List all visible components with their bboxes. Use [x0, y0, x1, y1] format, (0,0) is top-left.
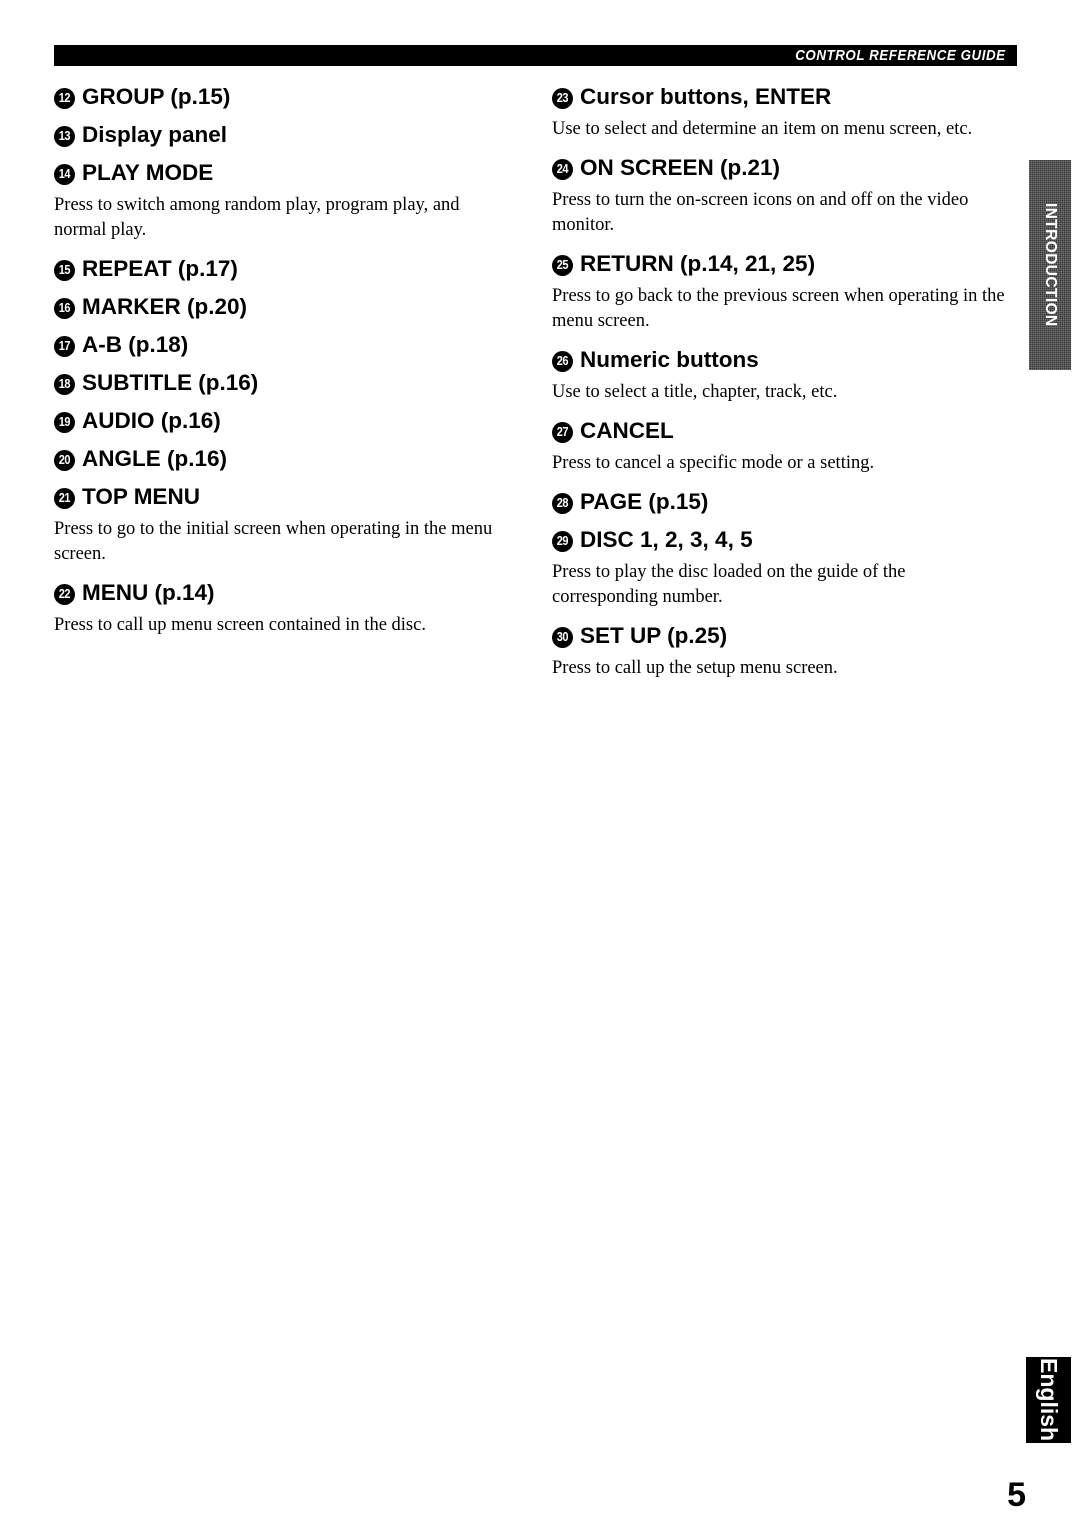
header-bar: CONTROL REFERENCE GUIDE [54, 45, 1017, 66]
reference-entry: 17 A-B (p.18) [54, 326, 514, 364]
reference-entry: 18 SUBTITLE (p.16) [54, 364, 514, 402]
callout-number-badge: 18 [54, 373, 75, 395]
callout-number-badge: 15 [54, 259, 75, 281]
entry-heading: 21 TOP MENU [54, 478, 514, 516]
reference-entry: 26 Numeric buttons Use to select a title, … [552, 341, 1012, 405]
section-tab-introduction[interactable]: INTRODUCTION [1029, 160, 1071, 370]
entry-heading: 27 CANCEL [552, 412, 1012, 450]
entry-heading: 14 PLAY MODE [54, 154, 514, 192]
left-column: 12 GROUP (p.15) 13 Display panel 14 PLAY MODE… [54, 78, 514, 645]
entry-label: Numeric buttons [580, 347, 759, 372]
entry-label: RETURN (p.14, 21, 25) [580, 251, 816, 276]
callout-number-badge: 30 [552, 626, 573, 648]
entry-description: Press to call up the setup menu screen. [552, 658, 838, 678]
reference-entry: 25 RETURN (p.14, 21, 25) Press to go back … [552, 245, 1012, 334]
reference-entry: 21 TOP MENU Press to go to the initial scr… [54, 478, 514, 567]
callout-number-badge: 14 [54, 163, 75, 185]
entry-label: AUDIO (p.16) [82, 408, 221, 433]
entry-heading: 26 Numeric buttons [552, 341, 1012, 379]
entry-description: Press to turn the on-screen icons on and… [552, 190, 969, 235]
entry-heading: 19 AUDIO (p.16) [54, 402, 514, 440]
callout-number-badge: 23 [552, 87, 573, 109]
right-column: 23 Cursor buttons, ENTER Use to select and… [552, 78, 1012, 688]
reference-entry: 15 REPEAT (p.17) [54, 250, 514, 288]
callout-number-badge: 21 [54, 487, 75, 509]
reference-entry: 16 MARKER (p.20) [54, 288, 514, 326]
entry-label: REPEAT (p.17) [82, 256, 238, 281]
entry-label: DISC 1, 2, 3, 4, 5 [580, 527, 753, 552]
reference-entry: 28 PAGE (p.15) [552, 483, 1012, 521]
entry-label: PAGE (p.15) [580, 489, 709, 514]
callout-number-badge: 25 [552, 254, 573, 276]
entry-description: Press to go back to the previous screen … [552, 286, 1005, 331]
reference-entry: 23 Cursor buttons, ENTER Use to select and… [552, 78, 1012, 142]
entry-label: Display panel [82, 122, 228, 147]
entry-heading: 23 Cursor buttons, ENTER [552, 78, 1012, 116]
callout-number-badge: 13 [54, 125, 75, 147]
reference-entry: 13 Display panel [54, 116, 514, 154]
callout-number-badge: 17 [54, 335, 75, 357]
entry-label: SUBTITLE (p.16) [82, 370, 259, 395]
entry-description: Press to go to the initial screen when o… [54, 519, 493, 564]
entry-label: SET UP (p.25) [580, 623, 728, 648]
entry-heading: 25 RETURN (p.14, 21, 25) [552, 245, 1012, 283]
entry-heading: 18 SUBTITLE (p.16) [54, 364, 514, 402]
entry-heading: 16 MARKER (p.20) [54, 288, 514, 326]
callout-number-badge: 26 [552, 350, 573, 372]
reference-entry: 22 MENU (p.14) Press to call up menu scree… [54, 574, 514, 638]
entry-heading: 17 A-B (p.18) [54, 326, 514, 364]
reference-entry: 24 ON SCREEN (p.21) Press to turn the on-s… [552, 149, 1012, 238]
callout-number-badge: 28 [552, 492, 573, 514]
section-tab-label: INTRODUCTION [1042, 203, 1059, 327]
callout-number-badge: 20 [54, 449, 75, 471]
entry-description: Press to switch among random play, progr… [54, 195, 460, 240]
callout-number-badge: 24 [552, 158, 573, 180]
entry-label: GROUP (p.15) [82, 84, 231, 109]
entry-label: PLAY MODE [82, 160, 214, 185]
entry-heading: 24 ON SCREEN (p.21) [552, 149, 1012, 187]
entry-label: Cursor buttons, ENTER [580, 84, 832, 109]
reference-entry: 20 ANGLE (p.16) [54, 440, 514, 478]
entry-heading: 22 MENU (p.14) [54, 574, 514, 612]
entry-heading: 15 REPEAT (p.17) [54, 250, 514, 288]
entry-heading: 13 Display panel [54, 116, 514, 154]
callout-number-badge: 19 [54, 411, 75, 433]
entry-description: Press to cancel a specific mode or a set… [552, 453, 875, 473]
callout-number-badge: 29 [552, 530, 573, 552]
entry-label: CANCEL [580, 418, 674, 443]
reference-entry: 30 SET UP (p.25) Press to call up the setu… [552, 617, 1012, 681]
entry-description: Press to call up menu screen contained i… [54, 615, 426, 635]
callout-number-badge: 27 [552, 421, 573, 443]
entry-label: A-B (p.18) [82, 332, 189, 357]
reference-entry: 27 CANCEL Press to cancel a specific mode … [552, 412, 1012, 476]
entry-label: ANGLE (p.16) [82, 446, 228, 471]
entry-heading: 29 DISC 1, 2, 3, 4, 5 [552, 521, 1012, 559]
callout-number-badge: 16 [54, 297, 75, 319]
entry-description: Press to play the disc loaded on the gui… [552, 562, 906, 607]
reference-entry: 29 DISC 1, 2, 3, 4, 5 Press to play the di… [552, 521, 1012, 610]
entry-description: Use to select a title, chapter, track, e… [552, 382, 838, 402]
reference-entry: 12 GROUP (p.15) [54, 78, 514, 116]
entry-label: ON SCREEN (p.21) [580, 155, 781, 180]
entry-label: MARKER (p.20) [82, 294, 248, 319]
entry-heading: 30 SET UP (p.25) [552, 617, 1012, 655]
entry-label: TOP MENU [82, 484, 200, 509]
reference-entry: 19 AUDIO (p.16) [54, 402, 514, 440]
entry-heading: 28 PAGE (p.15) [552, 483, 1012, 521]
language-tab-label: English [1036, 1358, 1062, 1442]
entry-label: MENU (p.14) [82, 580, 215, 605]
language-tab-english[interactable]: English [1026, 1357, 1071, 1443]
page-title: CONTROL REFERENCE GUIDE [795, 47, 1006, 64]
entry-description: Use to select and determine an item on m… [552, 119, 973, 139]
callout-number-badge: 22 [54, 583, 75, 605]
entry-heading: 20 ANGLE (p.16) [54, 440, 514, 478]
callout-number-badge: 12 [54, 87, 75, 109]
page-number: 5 [1007, 1476, 1026, 1514]
reference-entry: 14 PLAY MODE Press to switch among random … [54, 154, 514, 243]
entry-heading: 12 GROUP (p.15) [54, 78, 514, 116]
